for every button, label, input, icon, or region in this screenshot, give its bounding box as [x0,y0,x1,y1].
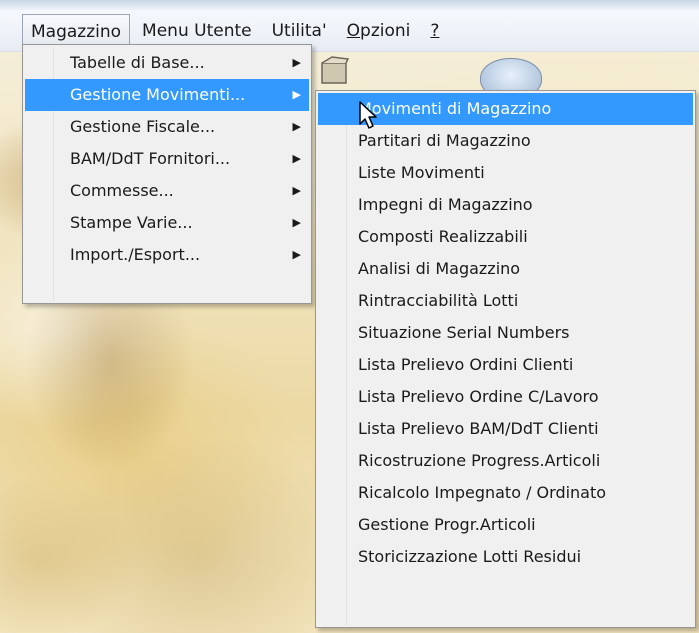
menu-item-ricostruzione-progress-articoli[interactable]: Ricostruzione Progress.Articoli [318,445,693,477]
menu-utilita[interactable]: Utilita' [264,14,335,48]
menu-item-label: Stampe Varie... [70,213,193,232]
gestione-movimenti-submenu: Movimenti di Magazzino Partitari di Maga… [315,90,696,628]
menu-item-commesse[interactable]: Commesse... ▶ [25,175,309,207]
menu-item-impegni-di-magazzino[interactable]: Impegni di Magazzino [318,189,693,221]
menu-item-liste-movimenti[interactable]: Liste Movimenti [318,157,693,189]
menu-help[interactable]: ? [422,14,447,48]
submenu-arrow-icon: ▶ [292,152,301,165]
menu-opzioni-mnemonic: O [346,20,361,41]
menu-item-label: Commesse... [70,181,174,200]
menu-item-lista-prelievo-ordine-c-lavoro[interactable]: Lista Prelievo Ordine C/Lavoro [318,381,693,413]
menu-item-analisi-di-magazzino[interactable]: Analisi di Magazzino [318,253,693,285]
menu-item-rintracciabilita-lotti[interactable]: Rintracciabilità Lotti [318,285,693,317]
menu-item-lista-prelievo-bam-ddt-clienti[interactable]: Lista Prelievo BAM/DdT Clienti [318,413,693,445]
toolbar-icon-box[interactable] [318,55,352,89]
submenu-arrow-icon: ▶ [292,120,301,133]
menu-item-stampe-varie[interactable]: Stampe Varie... ▶ [25,207,309,239]
submenu-arrow-icon: ▶ [292,184,301,197]
menu-item-label: Gestione Movimenti... [70,85,246,104]
menu-item-bam-ddt-fornitori[interactable]: BAM/DdT Fornitori... ▶ [25,143,309,175]
box-icon [321,56,350,84]
menu-opzioni[interactable]: Opzioni [339,14,419,48]
menu-item-label: BAM/DdT Fornitori... [70,149,231,168]
menu-item-ricalcolo-impegnato-ordinato[interactable]: Ricalcolo Impegnato / Ordinato [318,477,693,509]
menu-item-import-esport[interactable]: Import./Esport... ▶ [25,239,309,271]
menu-item-label: Import./Esport... [70,245,201,264]
menu-item-composti-realizzabili[interactable]: Composti Realizzabili [318,221,693,253]
submenu-arrow-icon: ▶ [292,216,301,229]
window-title-strip [0,0,699,10]
magazzino-dropdown: Tabelle di Base... ▶ Gestione Movimenti..… [22,44,312,304]
menu-item-tabelle-di-base[interactable]: Tabelle di Base... ▶ [25,47,309,79]
menu-opzioni-label: pzioni [360,20,411,41]
mouse-cursor-icon [359,101,377,129]
menu-item-gestione-fiscale[interactable]: Gestione Fiscale... ▶ [25,111,309,143]
menu-help-label: ? [430,20,440,41]
menu-item-label: Gestione Fiscale... [70,117,216,136]
menu-item-label: Tabelle di Base... [70,53,205,72]
submenu-arrow-icon: ▶ [292,248,301,261]
menu-utente[interactable]: Menu Utente [134,14,260,48]
menu-item-gestione-movimenti[interactable]: Gestione Movimenti... ▶ [25,79,309,111]
menu-item-situazione-serial-numbers[interactable]: Situazione Serial Numbers [318,317,693,349]
menu-item-lista-prelievo-ordini-clienti[interactable]: Lista Prelievo Ordini Clienti [318,349,693,381]
menu-item-storicizzazione-lotti-residui[interactable]: Storicizzazione Lotti Residui [318,541,693,573]
toolbar-icon-user[interactable] [480,58,542,100]
submenu-arrow-icon: ▶ [292,56,301,69]
menu-item-gestione-progr-articoli[interactable]: Gestione Progr.Articoli [318,509,693,541]
submenu-arrow-icon: ▶ [292,88,301,101]
menu-magazzino[interactable]: Magazzino [22,13,131,48]
